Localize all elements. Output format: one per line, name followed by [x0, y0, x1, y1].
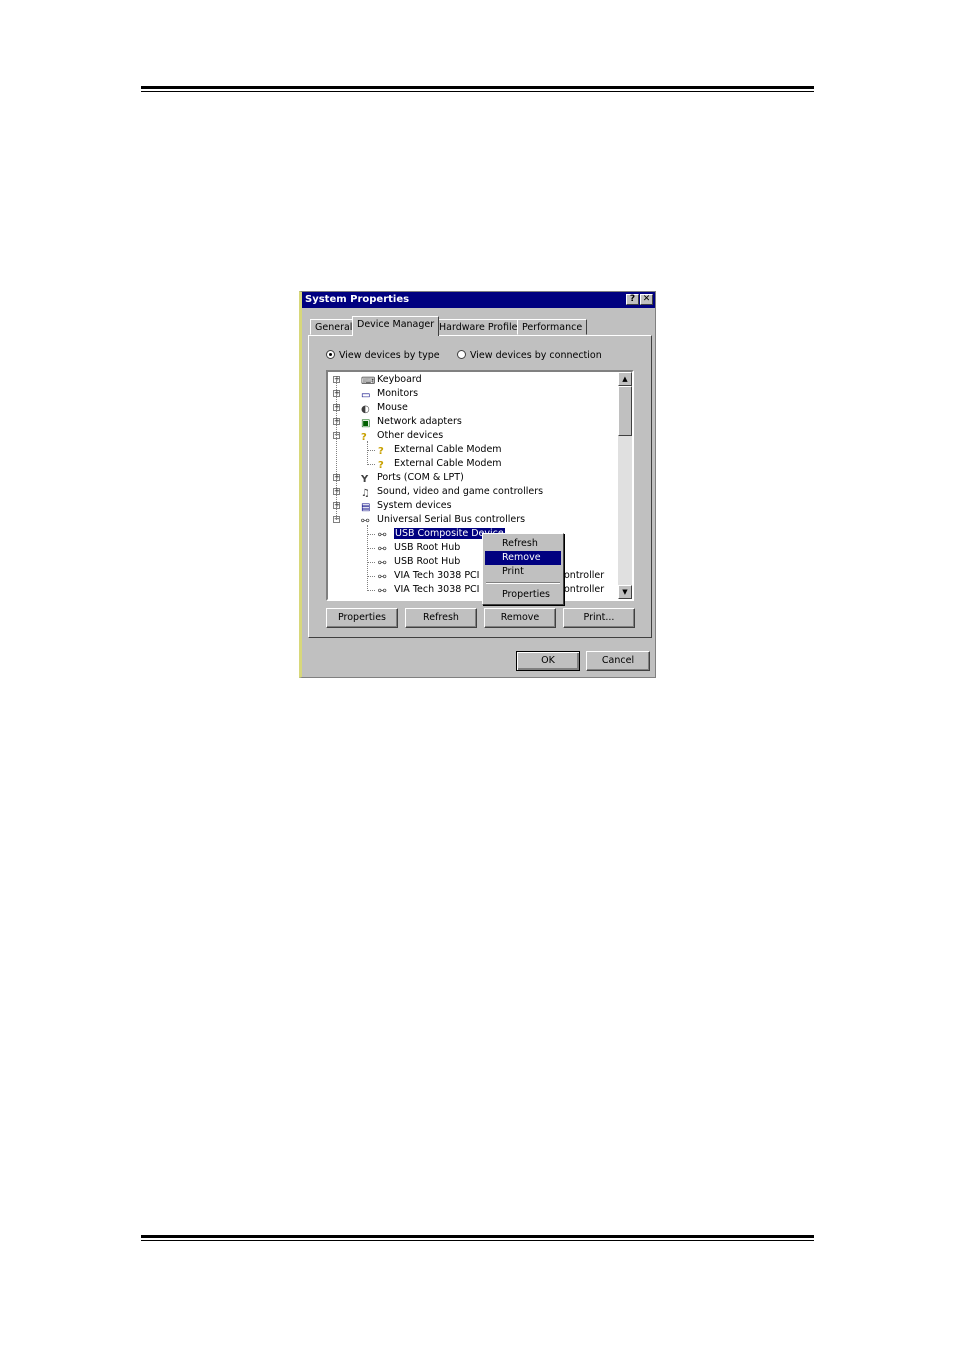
tree-connector [367, 441, 368, 465]
tree-category-item[interactable]: ♫ Sound, video and game controllers [361, 485, 544, 499]
dialog-title: System Properties [305, 294, 410, 305]
tree-child-item[interactable]: ⚯ USB Root Hub [378, 541, 461, 555]
tree-child-item[interactable]: ? External Cable Modem [378, 457, 502, 471]
sound-icon: ♫ [361, 488, 370, 499]
usb-icon: ⚯ [378, 586, 387, 597]
usb-icon: ⚯ [378, 572, 387, 583]
tree-item-label: Sound, video and game controllers [377, 486, 544, 497]
system-properties-dialog: System Properties ? ✕ General Device Man… [299, 291, 656, 678]
usb-icon: ⚯ [378, 530, 387, 541]
ok-button[interactable]: OK [516, 651, 580, 671]
keyboard-icon: ⌨ [361, 376, 376, 387]
tree-scrollbar[interactable]: ▲ ▼ [618, 372, 632, 599]
tree-category-item[interactable]: ◐ Mouse [361, 401, 408, 415]
context-menu-print[interactable]: Print [485, 565, 561, 579]
usb-icon: ⚯ [378, 558, 387, 569]
tab-device-manager[interactable]: Device Manager [352, 316, 440, 336]
question-icon: ? [378, 460, 384, 471]
tree-connector [367, 562, 375, 563]
question-icon: ? [378, 446, 384, 457]
tree-category-item[interactable]: Y Ports (COM & LPT) [361, 471, 464, 485]
help-button[interactable]: ? [626, 294, 639, 305]
tree-connector [367, 590, 375, 591]
tree-item-label: Network adapters [377, 416, 462, 427]
context-menu-refresh[interactable]: Refresh [485, 537, 561, 551]
tree-connector [367, 464, 375, 465]
context-menu-properties[interactable]: Properties [485, 588, 561, 602]
scroll-down-arrow-icon[interactable]: ▼ [618, 585, 632, 599]
tree-item-label-tail: ontroller [564, 584, 605, 595]
monitor-icon: ▭ [361, 390, 371, 401]
tree-item-label: Keyboard [377, 374, 422, 385]
tree-category-item[interactable]: ▤ System devices [361, 499, 452, 513]
tab-performance[interactable]: Performance [517, 319, 588, 335]
tree-item-label: Universal Serial Bus controllers [377, 514, 526, 525]
tree-connector [367, 548, 375, 549]
mouse-icon: ◐ [361, 404, 370, 415]
tab-general[interactable]: General [310, 319, 358, 335]
close-button[interactable]: ✕ [640, 294, 653, 305]
tree-child-item[interactable]: ? External Cable Modem [378, 443, 502, 457]
tree-item-label: External Cable Modem [394, 444, 502, 455]
page-rule-bottom [141, 1235, 814, 1238]
tree-item-label: System devices [377, 500, 452, 511]
tree-connector [367, 450, 375, 451]
tree-connector [336, 380, 337, 520]
port-icon: Y [361, 474, 369, 485]
tree-item-label: USB Root Hub [394, 542, 461, 553]
print-button[interactable]: Print... [563, 608, 635, 628]
page-rule-top-thin [141, 91, 814, 92]
properties-button[interactable]: Properties [326, 608, 398, 628]
computer-icon: ▤ [361, 502, 371, 513]
radio-checked-icon [326, 350, 335, 359]
tree-item-label: Ports (COM & LPT) [377, 472, 464, 483]
radio-view-by-connection[interactable]: View devices by connection [457, 350, 602, 362]
context-menu-separator [486, 582, 560, 584]
context-menu: Refresh Remove Print Properties [482, 533, 564, 605]
tree-child-item[interactable]: ⚯ USB Root Hub [378, 555, 461, 569]
tree-connector [367, 525, 368, 591]
scroll-up-arrow-icon[interactable]: ▲ [618, 372, 632, 386]
title-bar: System Properties ? ✕ [302, 292, 655, 308]
page-rule-bottom-thin [141, 1240, 814, 1241]
refresh-button[interactable]: Refresh [405, 608, 477, 628]
tab-hardware-profiles[interactable]: Hardware Profiles [434, 319, 528, 335]
radio-view-by-type-label: View devices by type [339, 350, 440, 361]
tree-item-label-tail: ontroller [564, 570, 605, 581]
radio-unchecked-icon [457, 350, 466, 359]
tree-item-label: Other devices [377, 430, 444, 441]
tree-category-item[interactable]: ⚯ Universal Serial Bus controllers [361, 513, 526, 527]
tree-category-item[interactable]: ▭ Monitors [361, 387, 419, 401]
tree-connector [367, 534, 375, 535]
device-tree[interactable]: ⌨ Keyboard + ▭ Monitors + ◐ Mouse + ▣ Network adap… [326, 370, 634, 601]
tree-item-label: Mouse [377, 402, 408, 413]
cancel-button[interactable]: Cancel [586, 651, 650, 671]
radio-view-by-type[interactable]: View devices by type [326, 350, 440, 362]
context-menu-remove[interactable]: Remove [485, 551, 561, 565]
page-rule-top [141, 86, 814, 89]
tree-category-item[interactable]: ⌨ Keyboard [361, 373, 422, 387]
tree-item-label: External Cable Modem [394, 458, 502, 469]
tree-category-item[interactable]: ? Other devices [361, 429, 444, 443]
remove-button[interactable]: Remove [484, 608, 556, 628]
tree-item-label: USB Root Hub [394, 556, 461, 567]
network-adapter-icon: ▣ [361, 418, 371, 429]
usb-icon: ⚯ [378, 544, 387, 555]
tree-category-item[interactable]: ▣ Network adapters [361, 415, 462, 429]
tree-connector [367, 576, 375, 577]
tree-item-label: Monitors [377, 388, 419, 399]
scroll-thumb[interactable] [618, 386, 632, 436]
radio-view-by-connection-label: View devices by connection [470, 350, 602, 361]
